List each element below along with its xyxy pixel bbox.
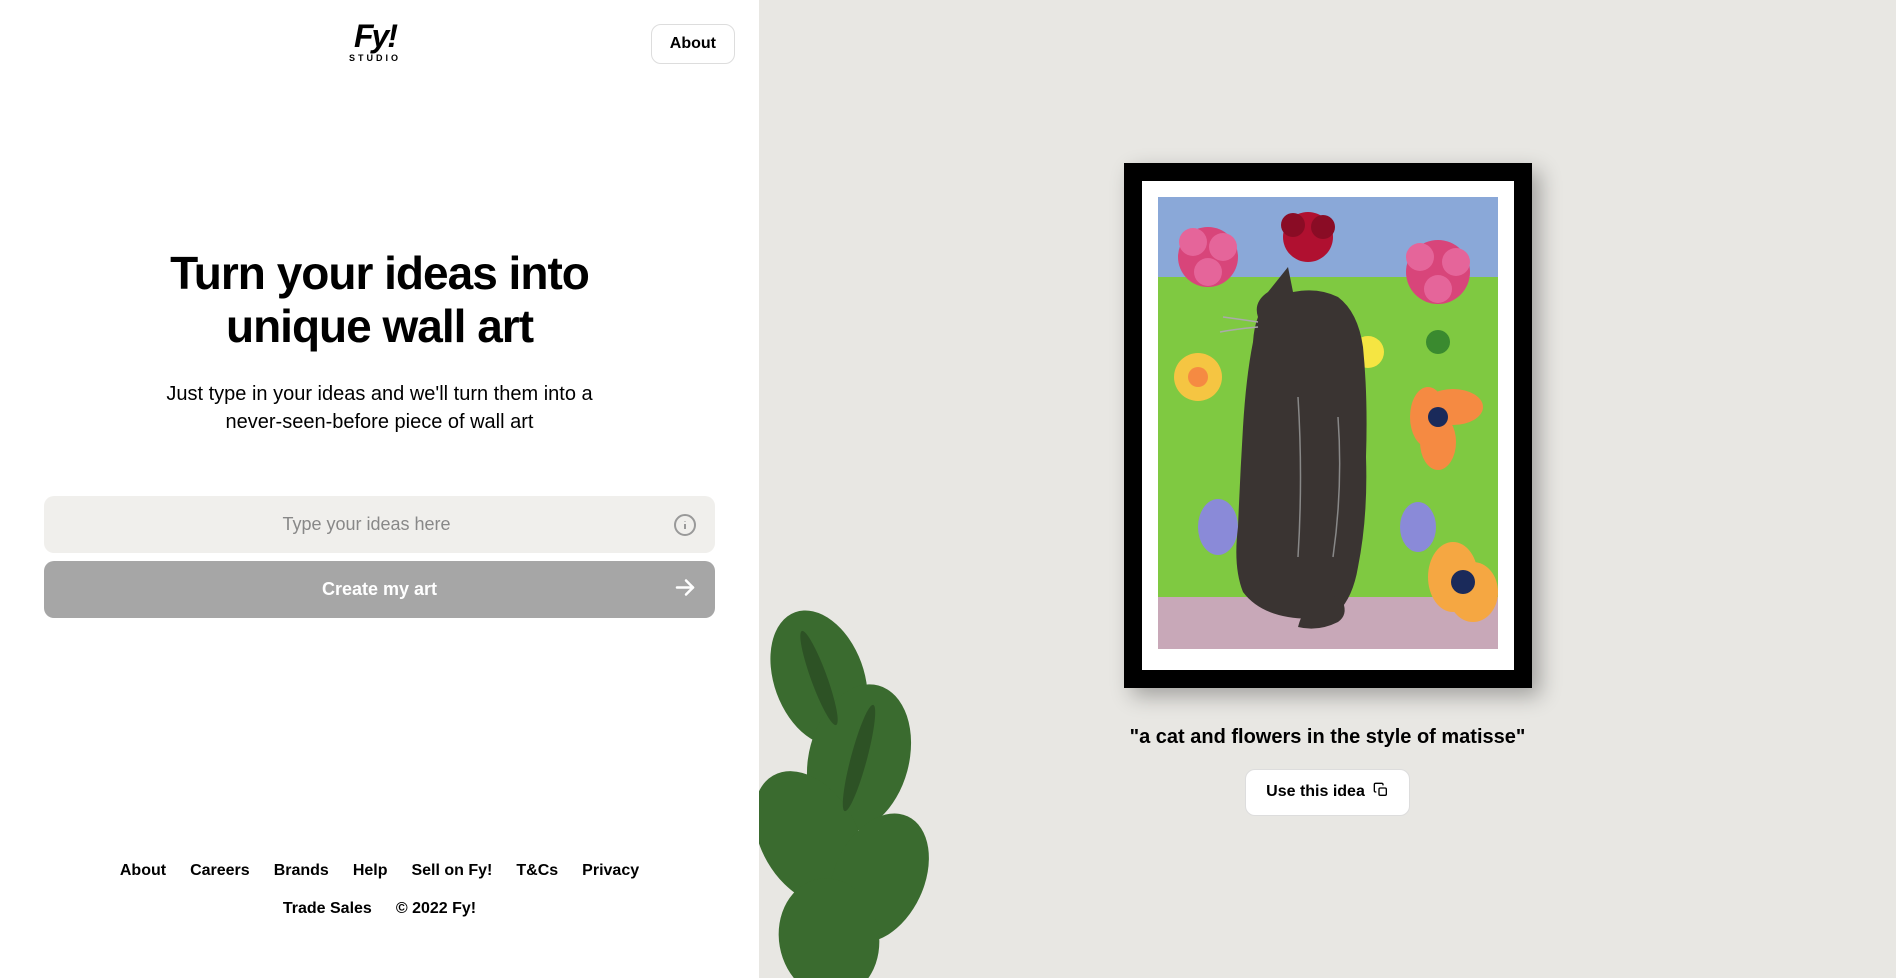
left-panel: Fy! STUDIO About Turn your ideas into un… [0, 0, 759, 978]
footer-link-help[interactable]: Help [353, 862, 388, 880]
footer: About Careers Brands Help Sell on Fy! T&… [24, 862, 735, 958]
footer-link-about[interactable]: About [120, 862, 166, 880]
footer-link-brands[interactable]: Brands [274, 862, 329, 880]
copy-icon [1373, 782, 1389, 803]
footer-copyright: © 2022 Fy! [396, 900, 476, 918]
title-line-1: Turn your ideas into [170, 247, 589, 299]
arrow-right-icon [673, 575, 697, 604]
page-title: Turn your ideas into unique wall art [170, 247, 589, 353]
title-line-2: unique wall art [226, 300, 533, 352]
create-button-label: Create my art [322, 579, 437, 599]
footer-link-trade[interactable]: Trade Sales [283, 900, 372, 918]
idea-input[interactable] [44, 496, 715, 553]
footer-link-sell[interactable]: Sell on Fy! [411, 862, 492, 880]
plant-decoration [759, 578, 959, 978]
info-icon[interactable] [673, 513, 697, 537]
use-idea-label: Use this idea [1266, 783, 1365, 801]
footer-link-tcs[interactable]: T&Cs [516, 862, 558, 880]
main-content: Turn your ideas into unique wall art Jus… [24, 3, 735, 862]
page-subtitle: Just type in your ideas and we'll turn t… [150, 380, 610, 436]
input-container [44, 496, 715, 553]
use-idea-button[interactable]: Use this idea [1245, 769, 1410, 816]
create-art-button[interactable]: Create my art [44, 561, 715, 618]
artwork-image [1158, 197, 1498, 649]
artwork-caption: "a cat and flowers in the style of matis… [1130, 726, 1526, 749]
footer-link-careers[interactable]: Careers [190, 862, 250, 880]
preview-panel: "a cat and flowers in the style of matis… [759, 0, 1896, 978]
footer-link-privacy[interactable]: Privacy [582, 862, 639, 880]
about-button[interactable]: About [651, 24, 735, 64]
artwork-frame [1124, 163, 1532, 688]
artwork-mat [1142, 181, 1514, 670]
